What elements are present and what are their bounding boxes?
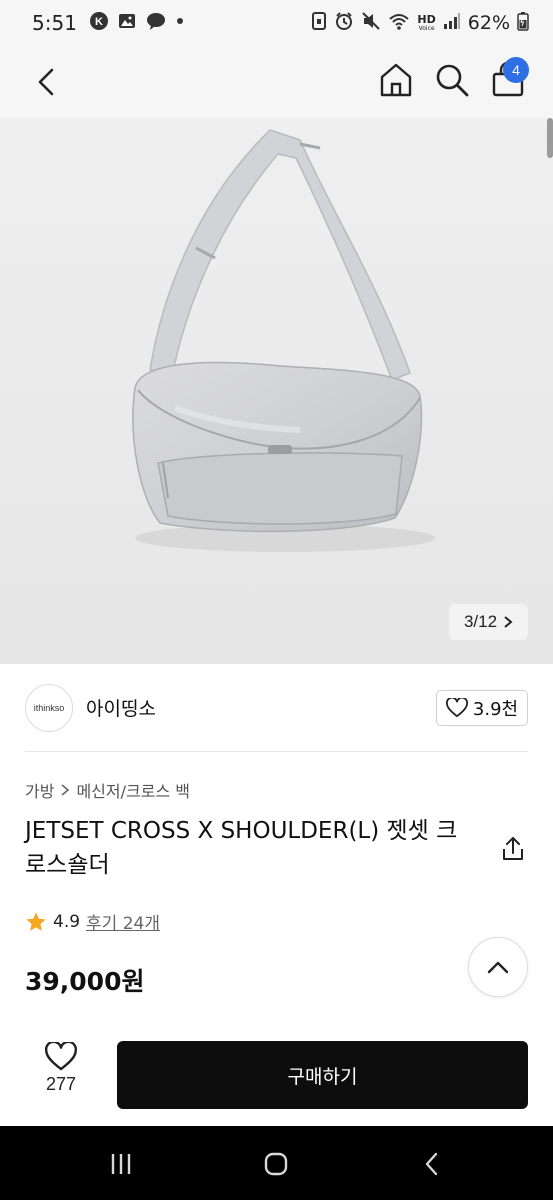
battery-charging-icon	[517, 11, 529, 36]
screenshot-icon	[311, 11, 327, 36]
chevron-right-icon	[504, 616, 513, 628]
back-nav-icon	[425, 1152, 438, 1176]
share-icon	[503, 837, 523, 860]
status-bar: 5:51 K HD Voice 62%	[0, 0, 553, 46]
shop-like-count: 3.9천	[472, 699, 519, 720]
breadcrumb-category[interactable]: 가방	[25, 778, 54, 802]
chevron-right-icon	[61, 784, 70, 796]
signal-icon	[443, 11, 461, 36]
shop-logo[interactable]: ithinkso	[25, 684, 73, 732]
divider	[25, 751, 528, 752]
hd-label: HD	[417, 13, 436, 26]
wishlist-count: 277	[45, 1074, 77, 1094]
wishlist-button[interactable]: 277	[26, 1042, 96, 1108]
shop-name[interactable]: 아이띵소	[86, 694, 156, 721]
product-price: 39,000원	[25, 967, 145, 996]
back-nav-button[interactable]	[412, 1144, 452, 1184]
scroll-to-top-button[interactable]	[468, 937, 528, 997]
bottom-action-bar: 277 구매하기	[0, 1026, 553, 1126]
status-time: 5:51	[32, 11, 77, 35]
heart-outline-icon	[45, 1042, 77, 1071]
rating-value: 4.9	[53, 911, 81, 932]
mute-icon	[361, 11, 381, 36]
scrollbar-thumb[interactable]	[547, 118, 553, 158]
breadcrumb: 가방 메신저/크로스 백	[25, 778, 190, 802]
star-icon	[26, 911, 46, 931]
image-counter-button[interactable]: 3/12	[449, 604, 528, 640]
home-button[interactable]	[376, 60, 416, 100]
home-nav-button[interactable]	[256, 1144, 296, 1184]
chat-notification-icon	[145, 11, 167, 36]
home-icon	[380, 63, 412, 97]
back-arrow-icon	[38, 68, 54, 96]
home-nav-icon	[264, 1152, 288, 1176]
app-bar	[0, 46, 553, 118]
voice-label: Voice	[418, 25, 435, 32]
rating-row: 4.9 후기 24개	[25, 909, 160, 934]
gallery-notification-icon	[117, 11, 137, 36]
chevron-up-icon	[487, 961, 509, 974]
breadcrumb-subcategory[interactable]: 메신저/크로스 백	[76, 778, 190, 802]
buy-button[interactable]: 구매하기	[117, 1041, 528, 1109]
system-navigation-bar	[0, 1126, 553, 1200]
search-icon	[436, 64, 469, 97]
shop-logo-text: ithinkso	[33, 703, 65, 713]
hd-voice-badge: HD Voice	[417, 14, 435, 32]
heart-outline-icon	[445, 698, 468, 718]
recent-apps-icon	[111, 1154, 131, 1174]
product-image[interactable]	[0, 118, 553, 664]
shop-like-button[interactable]: 3.9천	[436, 690, 528, 726]
more-notifications-dot-icon	[175, 11, 185, 36]
wifi-icon	[388, 11, 410, 36]
kakao-notification-icon: K	[89, 11, 109, 36]
back-button[interactable]	[26, 62, 66, 102]
alarm-icon	[334, 11, 354, 36]
image-counter-text: 3/12	[463, 612, 498, 631]
svg-text:K: K	[95, 16, 103, 28]
cart-count-badge: 4	[503, 57, 529, 83]
share-button[interactable]	[498, 834, 528, 864]
shop-row: ithinkso 아이띵소 3.9천	[0, 664, 553, 752]
messenger-bag-photo	[0, 118, 553, 664]
battery-percent: 62%	[467, 12, 510, 34]
recent-apps-button[interactable]	[101, 1144, 141, 1184]
product-title: JETSET CROSS X SHOULDER(L) 젯셋 크로스숄더	[25, 818, 458, 878]
review-count-link[interactable]: 후기 24개	[86, 909, 160, 934]
search-button[interactable]	[432, 60, 472, 100]
